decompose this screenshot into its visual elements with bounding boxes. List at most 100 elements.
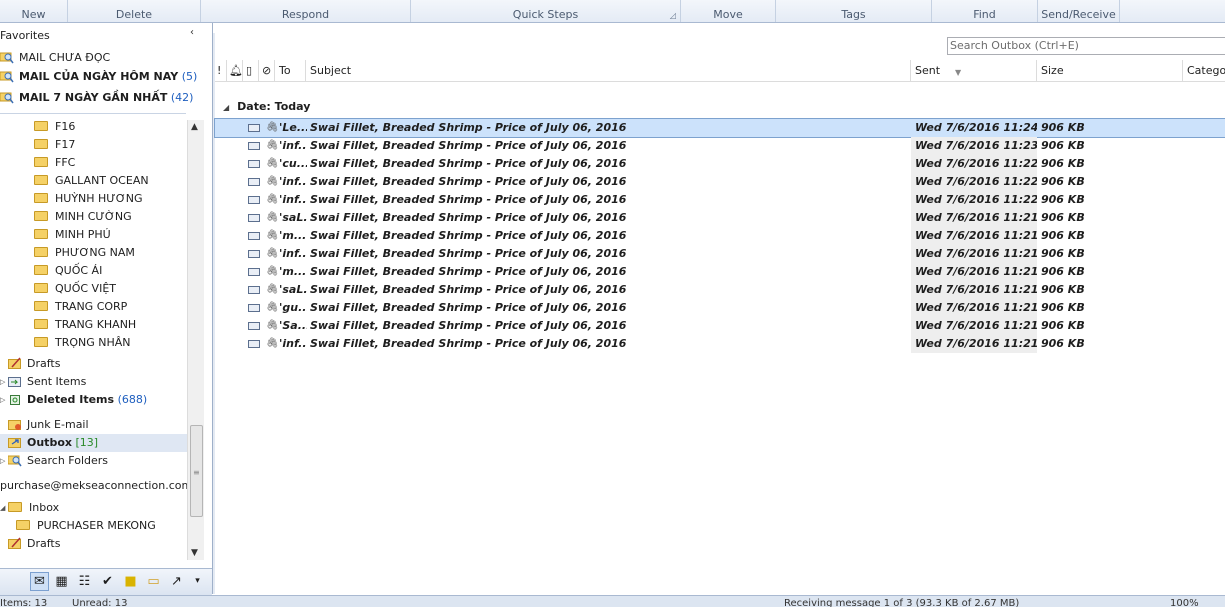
contacts-module-icon[interactable]: ☷ (76, 573, 93, 590)
zoom-level[interactable]: 100% (1170, 596, 1199, 607)
scroll-thumb[interactable]: ≡ (190, 425, 203, 517)
folder-item[interactable]: F17 (34, 136, 75, 154)
column-header-sent[interactable]: Sent ▼ (911, 60, 1037, 81)
folder-list-icon[interactable]: ▭ (145, 573, 162, 590)
ribbon-group-move[interactable]: Move (681, 0, 776, 22)
folder-item[interactable]: GALLANT OCEAN (34, 172, 149, 190)
collapse-arrow-icon[interactable]: ◢ (0, 499, 6, 517)
column-header-sent-label: Sent (915, 64, 941, 77)
collapse-pane-icon[interactable]: ‹ (190, 27, 194, 38)
tasks-module-icon[interactable]: ✔ (99, 573, 116, 590)
attachment-column-icon[interactable]: ⊘ (259, 60, 275, 81)
expand-arrow-icon[interactable]: ▷ (0, 391, 6, 409)
group-header-today[interactable]: ◢ Date: Today (223, 100, 310, 113)
favorite-item-today[interactable]: MAIL CỦA NGÀY HÔM NAY (5) (0, 68, 197, 86)
shortcuts-icon[interactable]: ↗ (168, 573, 185, 590)
folder-item[interactable]: MINH PHÚ (34, 226, 111, 244)
message-size: 906 KB (1041, 139, 1085, 152)
folder-item[interactable]: MINH CƯỜNG (34, 208, 132, 226)
message-size: 906 KB (1041, 265, 1085, 278)
envelope-icon (248, 304, 260, 312)
folder-item[interactable]: FFC (34, 154, 75, 172)
folder-sent-items[interactable]: ▷ Sent Items (0, 373, 86, 391)
folder-icon (34, 193, 48, 203)
column-header-size[interactable]: Size (1037, 60, 1183, 81)
ribbon-group-delete[interactable]: Delete (68, 0, 201, 22)
folder-item[interactable]: TRANG KHANH (34, 316, 136, 334)
unread-count: (688) (117, 393, 148, 406)
reminder-column-icon[interactable]: 🔔︎ (227, 60, 243, 81)
favorites-header[interactable]: Favorites (0, 29, 50, 42)
folder-label: HUỲNH HƯƠNG (55, 192, 143, 205)
message-to: 'inf... (279, 337, 307, 350)
favorite-label: MAIL 7 NGÀY GẦN NHẤT (19, 91, 168, 104)
folder-search-folders[interactable]: ▷ Search Folders (0, 452, 108, 470)
ribbon-group-send-receive[interactable]: Send/Receive (1038, 0, 1120, 22)
folder-item[interactable]: HUỲNH HƯƠNG (34, 190, 143, 208)
expand-arrow-icon[interactable]: ▷ (0, 452, 6, 470)
ribbon-group-find[interactable]: Find (932, 0, 1038, 22)
folder-label: PHƯƠNG NAM (55, 246, 135, 259)
folder-item[interactable]: TRỌNG NHÂN (34, 334, 131, 352)
ribbon-group-quick-steps[interactable]: Quick Steps ◿ (411, 0, 681, 22)
folder-item[interactable]: QUỐC ÁI (34, 262, 102, 280)
message-row[interactable]: 🖇︎'cu... Swai Fillet, Breaded Shrimp - Pr… (215, 155, 1225, 173)
message-row[interactable]: 🖇︎'inf...Swai Fillet, Breaded Shrimp - P… (215, 173, 1225, 191)
folder-icon (34, 229, 48, 239)
scroll-up-icon[interactable]: ▲ (191, 122, 198, 132)
configure-buttons-icon[interactable]: ▾ (189, 573, 206, 590)
dialog-launcher-icon[interactable]: ◿ (670, 11, 676, 20)
collapse-group-icon[interactable]: ◢ (223, 103, 229, 112)
ribbon-group-tags[interactable]: Tags (776, 0, 932, 22)
message-row[interactable]: 🖇︎'inf...Swai Fillet, Breaded Shrimp - P… (215, 245, 1225, 263)
message-row[interactable]: 🖇︎'inf...Swai Fillet, Breaded Shrimp - P… (215, 191, 1225, 209)
column-header-subject[interactable]: Subject (306, 60, 911, 81)
favorite-item-7days[interactable]: MAIL 7 NGÀY GẦN NHẤT (42) (0, 89, 193, 107)
folder-icon (34, 139, 48, 149)
folder-drafts-2[interactable]: Drafts (8, 535, 60, 553)
ribbon-group-new[interactable]: New (0, 0, 68, 22)
message-row[interactable]: 🖇︎ 'Le... Swai Fillet, Breaded Shrimp - Pr… (214, 118, 1225, 138)
favorite-item-unread[interactable]: MAIL CHƯA ĐỌC (0, 49, 110, 67)
icon-column-icon[interactable]: ▯ (243, 60, 259, 81)
notes-module-icon[interactable]: ■ (122, 573, 139, 590)
folder-item[interactable]: PHƯƠNG NAM (34, 244, 135, 262)
message-row[interactable]: 🖇︎'inf...Swai Fillet, Breaded Shrimp - P… (215, 335, 1225, 353)
folder-junk[interactable]: Junk E-mail (8, 416, 89, 434)
folder-label: Search Folders (27, 454, 109, 467)
nav-scrollbar[interactable]: ▲ ≡ ▼ (187, 120, 204, 560)
ribbon-group-label: Quick Steps (512, 8, 579, 21)
message-row[interactable]: 🖇︎'saL...Swai Fillet, Breaded Shrimp - P… (215, 209, 1225, 227)
unread-count: (5) (181, 70, 198, 83)
scroll-down-icon[interactable]: ▼ (191, 548, 198, 558)
message-sent: Wed 7/6/2016 11:22 ... (911, 155, 1037, 173)
message-list: 🖇︎ 'Le... Swai Fillet, Breaded Shrimp - Pr… (214, 118, 1225, 353)
folder-item[interactable]: QUỐC VIỆT (34, 280, 116, 298)
message-row[interactable]: 🖇︎'m... Swai Fillet, Breaded Shrimp - Pri… (215, 263, 1225, 281)
message-to: 'inf... (279, 247, 307, 260)
calendar-module-icon[interactable]: ▦ (53, 573, 70, 590)
message-row[interactable]: 🖇︎'inf...Swai Fillet, Breaded Shrimp - P… (215, 137, 1225, 155)
folder-inbox[interactable]: ◢ Inbox (0, 499, 59, 517)
message-row[interactable]: 🖇︎'m... Swai Fillet, Breaded Shrimp - Pri… (215, 227, 1225, 245)
search-input[interactable]: Search Outbox (Ctrl+E) (947, 37, 1225, 55)
importance-column-icon[interactable]: ! (215, 60, 227, 81)
folder-item[interactable]: TRANG CORP (34, 298, 127, 316)
mail-module-icon[interactable]: ✉ (30, 572, 49, 591)
folder-label: TRANG KHANH (55, 318, 137, 331)
folder-drafts[interactable]: Drafts (8, 355, 60, 373)
ribbon-group-respond[interactable]: Respond (201, 0, 411, 22)
folder-item[interactable]: F16 (34, 118, 75, 136)
message-row[interactable]: 🖇︎'saL...Swai Fillet, Breaded Shrimp - P… (215, 281, 1225, 299)
column-header-categories[interactable]: Catego (1183, 60, 1225, 81)
account-header[interactable]: purchase@mekseaconnection.com (0, 477, 192, 495)
folder-item[interactable]: PURCHASER MEKONG (16, 517, 156, 535)
message-row[interactable]: 🖇︎'gu...Swai Fillet, Breaded Shrimp - Pr… (215, 299, 1225, 317)
recycle-bin-icon (8, 393, 22, 405)
expand-arrow-icon[interactable]: ▷ (0, 373, 6, 391)
message-sent: Wed 7/6/2016 11:21 ... (911, 335, 1037, 353)
folder-outbox[interactable]: Outbox [13] (0, 434, 187, 452)
message-row[interactable]: 🖇︎'Sa...Swai Fillet, Breaded Shrimp - Pr… (215, 317, 1225, 335)
folder-deleted-items[interactable]: ▷ Deleted Items (688) (0, 391, 147, 409)
column-header-to[interactable]: To (275, 60, 306, 81)
